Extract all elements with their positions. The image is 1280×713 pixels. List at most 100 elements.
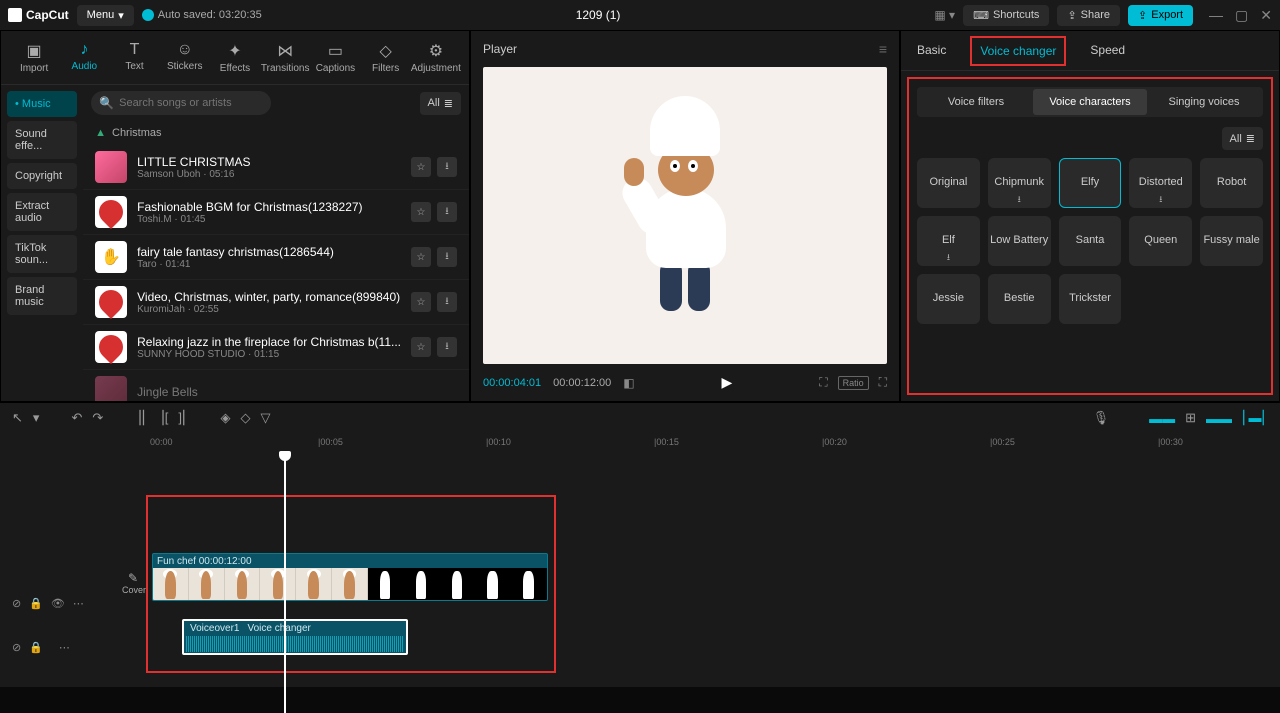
voice-chipmunk[interactable]: Chipmunk⭳ <box>988 158 1051 208</box>
redo-button[interactable]: ↷ <box>92 410 103 426</box>
snap-tool-3[interactable]: ▬▬ <box>1206 411 1232 426</box>
filter-icon: ≣ <box>444 97 453 110</box>
marker-tool[interactable]: ◈ <box>221 410 231 426</box>
song-item[interactable]: Fashionable BGM for Christmas(1238227)To… <box>83 190 469 235</box>
undo-button[interactable]: ↶ <box>71 410 82 426</box>
voice-elfy[interactable]: Elfy <box>1059 158 1122 208</box>
sidebar-item-tiktok[interactable]: TikTok soun... <box>7 235 77 273</box>
share-button[interactable]: ⇪ Share <box>1057 5 1120 26</box>
mic-icon[interactable]: 🎙 <box>1093 410 1110 426</box>
video-preview[interactable] <box>483 67 887 364</box>
tab-voice-changer[interactable]: Voice changer <box>970 36 1066 66</box>
tab-stickers[interactable]: ☺Stickers <box>160 37 210 78</box>
cover-button[interactable]: Cover <box>122 571 144 595</box>
more-icon[interactable]: ⋯ <box>59 641 70 654</box>
voice-filter-all[interactable]: All ≣ <box>1222 127 1263 150</box>
voice-distorted[interactable]: Distorted⭳ <box>1129 158 1192 208</box>
voice-low-battery[interactable]: Low Battery <box>988 216 1051 266</box>
play-button[interactable]: ▶ <box>722 374 733 391</box>
sidebar-item-extract-audio[interactable]: Extract audio <box>7 193 77 231</box>
split-right-tool[interactable]: ]⎢ <box>178 410 188 426</box>
fullscreen-icon[interactable]: ⛶ <box>879 375 887 390</box>
tab-effects[interactable]: ✦Effects <box>210 37 260 78</box>
tab-speed[interactable]: Speed <box>1086 33 1129 69</box>
eye-icon[interactable]: 👁 <box>51 597 65 610</box>
download-icon[interactable]: ⭳ <box>437 157 457 177</box>
export-button[interactable]: ⇪ Export <box>1128 5 1193 26</box>
search-input[interactable] <box>91 91 271 115</box>
tab-adjustment[interactable]: ⚙Adjustment <box>411 37 461 78</box>
sidebar-item-music[interactable]: Music <box>7 91 77 117</box>
favorite-icon[interactable]: ☆ <box>411 157 431 177</box>
close-button[interactable]: ✕ <box>1260 7 1272 24</box>
download-icon[interactable]: ⭳ <box>437 202 457 222</box>
song-item[interactable]: Video, Christmas, winter, party, romance… <box>83 280 469 325</box>
timeline-ruler[interactable]: 00:00 |00:05 |00:10 |00:15 |00:20 |00:25… <box>140 433 1280 453</box>
marker-tool-2[interactable]: ◇ <box>241 410 251 426</box>
voice-original[interactable]: Original <box>917 158 980 208</box>
download-icon[interactable]: ⭳ <box>437 292 457 312</box>
layout-icon[interactable]: ▦ ▾ <box>934 8 955 22</box>
link-icon[interactable]: ⊘ <box>12 597 21 610</box>
tab-basic[interactable]: Basic <box>913 33 950 69</box>
video-clip[interactable]: Fun chef 00:00:12:00 <box>152 553 548 601</box>
minimize-button[interactable]: — <box>1209 7 1223 24</box>
song-item[interactable]: Jingle Bells <box>83 370 469 401</box>
download-icon[interactable]: ⭳ <box>437 247 457 267</box>
menu-button[interactable]: Menu▾ <box>77 5 134 26</box>
favorite-icon[interactable]: ☆ <box>411 292 431 312</box>
filter-all-button[interactable]: All ≣ <box>420 92 461 115</box>
split-left-tool[interactable]: ⎥[ <box>158 410 168 426</box>
voice-trickster[interactable]: Trickster <box>1059 274 1122 324</box>
player-menu-icon[interactable]: ≡ <box>879 41 887 57</box>
ratio-button[interactable]: Ratio <box>838 376 869 390</box>
snap-tool-4[interactable]: ⎢▬⎢ <box>1242 410 1268 426</box>
voice-tab-singing[interactable]: Singing voices <box>1147 89 1261 115</box>
link-icon[interactable]: ⊘ <box>12 641 21 654</box>
sidebar-item-sound-effects[interactable]: Sound effe... <box>7 121 77 159</box>
song-item[interactable]: ✋fairy tale fantasy christmas(1286544)Ta… <box>83 235 469 280</box>
more-icon[interactable]: ⋯ <box>73 597 84 610</box>
playhead[interactable] <box>284 453 286 713</box>
audio-clip[interactable]: Voiceover1 Voice changer <box>182 619 408 655</box>
volume-icon[interactable]: ◧ <box>623 376 634 390</box>
tab-import[interactable]: ▣Import <box>9 37 59 78</box>
song-item[interactable]: LITTLE CHRISTMASSamson Uboh · 05:16☆⭳ <box>83 145 469 190</box>
snap-tool-2[interactable]: ⊞ <box>1185 410 1196 426</box>
player-label: Player <box>483 42 517 56</box>
voice-tab-characters[interactable]: Voice characters <box>1033 89 1147 115</box>
voice-robot[interactable]: Robot <box>1200 158 1263 208</box>
split-tool[interactable]: ⎥⎢ <box>135 410 148 426</box>
maximize-button[interactable]: ▢ <box>1235 7 1248 24</box>
snap-tool-1[interactable]: ▬▬ <box>1149 411 1175 426</box>
shortcuts-button[interactable]: ⌨ Shortcuts <box>963 5 1049 26</box>
favorite-icon[interactable]: ☆ <box>411 337 431 357</box>
voice-santa[interactable]: Santa <box>1059 216 1122 266</box>
bookmark-tool[interactable]: ▽ <box>261 410 271 426</box>
crop-icon[interactable]: ⛶ <box>819 375 827 390</box>
favorite-icon[interactable]: ☆ <box>411 202 431 222</box>
tab-text[interactable]: TText <box>109 37 159 78</box>
lock-icon[interactable]: 🔒 <box>29 597 43 610</box>
voice-queen[interactable]: Queen <box>1129 216 1192 266</box>
voice-tab-filters[interactable]: Voice filters <box>919 89 1033 115</box>
voice-bestie[interactable]: Bestie <box>988 274 1051 324</box>
sidebar-item-brand-music[interactable]: Brand music <box>7 277 77 315</box>
favorite-icon[interactable]: ☆ <box>411 247 431 267</box>
tool-dropdown[interactable]: ▾ <box>33 410 40 426</box>
voice-jessie[interactable]: Jessie <box>917 274 980 324</box>
tab-captions[interactable]: ▭Captions <box>310 37 360 78</box>
category-label: ▲Christmas <box>83 121 469 145</box>
tab-filters[interactable]: ◇Filters <box>361 37 411 78</box>
voice-fussy-male[interactable]: Fussy male <box>1200 216 1263 266</box>
tab-audio[interactable]: ♪Audio <box>59 37 109 78</box>
download-icon: ⭳ <box>1159 194 1162 205</box>
song-item[interactable]: Relaxing jazz in the fireplace for Chris… <box>83 325 469 370</box>
sidebar-item-copyright[interactable]: Copyright <box>7 163 77 189</box>
voice-elf[interactable]: Elf⭳ <box>917 216 980 266</box>
properties-panel: Basic Voice changer Speed Voice filters … <box>900 30 1280 402</box>
select-tool[interactable]: ↖ <box>12 410 23 426</box>
lock-icon[interactable]: 🔒 <box>29 641 43 654</box>
tab-transitions[interactable]: ⋈Transitions <box>260 37 310 78</box>
download-icon[interactable]: ⭳ <box>437 337 457 357</box>
